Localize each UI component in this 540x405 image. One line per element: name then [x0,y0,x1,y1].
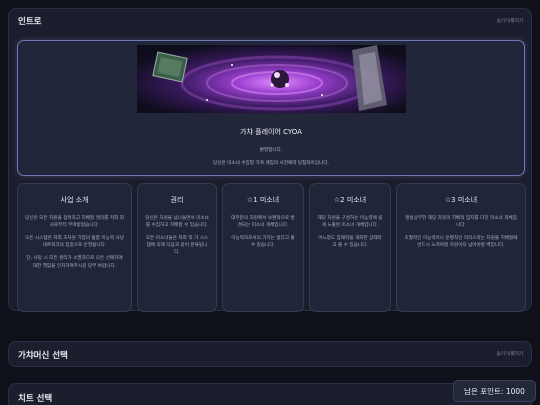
intro-collapse-toggle[interactable]: 숨기기/펼치기 [497,18,523,24]
card-paragraph: 대부분의 차원에서 보편적으로 발견되는 미소녀 개체입니다. [231,216,295,229]
hero-welcome-text: 환영합니다. [259,148,283,153]
gacha-section-title[interactable]: 가챠머신 선택 [18,349,68,361]
card-paragraph: 모든 미소녀들은 저희 쪽 가 시스템에 의해 다음과 같이 분류됩니다. [145,236,209,256]
card-paragraph: 이능력자로서의 가치는 없다고 볼 수 있습니다. [231,236,295,249]
intro-hero-card: 가챠 플레이어 CYOA 환영합니다. 당신은 미소녀 수집형 가챠 게임의 사… [17,40,525,176]
card-title: 권리 [170,196,184,204]
card-paragraph: 당신은 차원을 넘나들면서 미소녀를 수집하고 지배할 수 있습니다. [145,216,209,229]
card-paragraph: 당신은 모든 차원을 점목하고 지배할 권리를 저희 회사로부터 부여받았습니다… [25,216,124,229]
card-paragraph: 해당 차원을 구성하는 이능력에 쉽게 노출된 미소녀 개체입니다. [317,216,383,229]
card-paragraph: 어느정도 잠재력을 개화한 상태라고 볼 수 있습니다. [318,236,382,249]
card-paragraph: 초월적인 이능력이나 운명적인 카리스마는 차원을 지배할때 반드시 노려야할 … [404,236,518,249]
card-title: 사업 소개 [60,196,89,204]
card-body: 대부분의 차원에서 보편적으로 발견되는 미소녀 개체입니다. 이능력자로서의 … [230,215,296,249]
hero-description-text: 당신은 미소녀 수집형 가챠 게임의 사전예약 당첨자이십니다. [213,161,329,166]
hero-banner-image [137,45,406,113]
card-2star: ☆2 미소녀 해당 차원을 구성하는 이능력에 쉽게 노출된 미소녀 개체입니다… [309,183,391,312]
card-business-intro: 사업 소개 당신은 모든 차원을 점목하고 지배할 권리를 저희 회사로부터 부… [17,183,132,312]
card-title: ☆3 미소녀 [444,196,478,204]
card-paragraph: 오든 시스템은 저희 초차원 기업의 통합 이능력 사냥 네트워크의 집중으로 … [25,236,124,249]
hero-banner-art [137,45,406,113]
hero-title: 가챠 플레이어 CYOA [240,128,302,136]
card-body: 당신은 차원을 넘나들면서 미소녀를 수집하고 지배할 수 있습니다. 모든 미… [145,215,209,257]
remaining-points-badge: 남은 포인트: 1000 [453,380,536,402]
intro-panel: 인트로 숨기기/펼치기 가챠 플레이어 CYOA 환영합니다. 당신은 미소녀 … [8,8,532,312]
card-paragraph: 명실상부한 해당 차원의 지배적 입지를 다진 미소녀 개체입니다. [405,216,517,229]
intro-title: 인트로 [18,17,42,27]
card-body: 해당 차원을 구성하는 이능력에 쉽게 노출된 미소녀 개체입니다. 어느정도 … [317,215,383,249]
card-body: 명실상부한 해당 차원의 지배적 입지를 다진 미소녀 개체입니다. 초월적인 … [404,215,518,249]
card-rights: 권리 당신은 차원을 넘나들면서 미소녀를 수집하고 지배할 수 있습니다. 모… [137,183,217,312]
card-title: ☆2 미소녀 [333,196,367,204]
card-3star: ☆3 미소녀 명실상부한 해당 차원의 지배적 입지를 다진 미소녀 개체입니다… [396,183,526,312]
gacha-collapse-toggle[interactable]: 숨기기/펼치기 [497,351,523,357]
card-body: 당신은 모든 차원을 점목하고 지배할 권리를 저희 회사로부터 부여받았습니다… [25,215,124,270]
card-1star: ☆1 미소녀 대부분의 차원에서 보편적으로 발견되는 미소녀 개체입니다. 이… [222,183,304,312]
card-title: ☆1 미소녀 [246,196,280,204]
card-paragraph: 단, 사망 시 모든 권리가 소멸하므로 오든 선택지에 대한 책임을 인지하여… [26,256,123,269]
gacha-machine-panel: 가챠머신 선택 숨기기/펼치기 [8,341,532,367]
cheat-section-title[interactable]: 치트 선택 [18,392,52,404]
